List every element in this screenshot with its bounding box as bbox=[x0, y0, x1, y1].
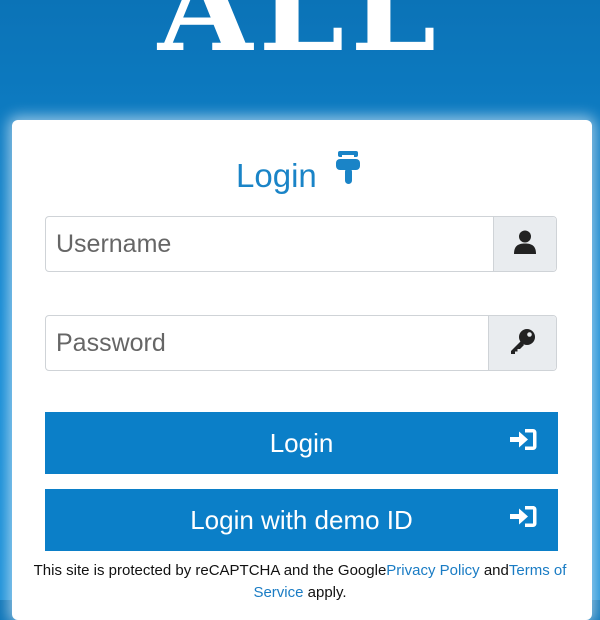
key-icon bbox=[509, 327, 537, 360]
sign-in-icon bbox=[510, 428, 538, 459]
hand-pointing-down-icon bbox=[334, 148, 364, 197]
password-input[interactable] bbox=[46, 316, 489, 370]
demo-login-button[interactable]: Login with demo ID bbox=[45, 489, 558, 551]
user-icon bbox=[513, 229, 537, 260]
recaptcha-notice: This site is protected by reCAPTCHA and … bbox=[30, 560, 570, 604]
sign-in-icon bbox=[510, 505, 538, 536]
logo-text: ALL bbox=[157, 0, 443, 79]
login-button[interactable]: Login bbox=[45, 412, 558, 474]
login-title: Login bbox=[236, 157, 317, 195]
notice-suffix: apply. bbox=[303, 584, 347, 601]
username-input[interactable] bbox=[46, 217, 494, 271]
username-addon bbox=[493, 217, 556, 271]
login-button-label: Login bbox=[269, 427, 334, 458]
password-field bbox=[45, 315, 557, 371]
notice-and: and bbox=[479, 562, 509, 579]
username-field bbox=[45, 216, 557, 272]
password-addon bbox=[488, 316, 556, 370]
privacy-policy-link[interactable]: Privacy Policy bbox=[386, 562, 479, 579]
login-header: Login bbox=[0, 150, 600, 198]
demo-login-button-label: Login with demo ID bbox=[190, 504, 413, 535]
notice-prefix: This site is protected by reCAPTCHA and … bbox=[33, 562, 387, 579]
